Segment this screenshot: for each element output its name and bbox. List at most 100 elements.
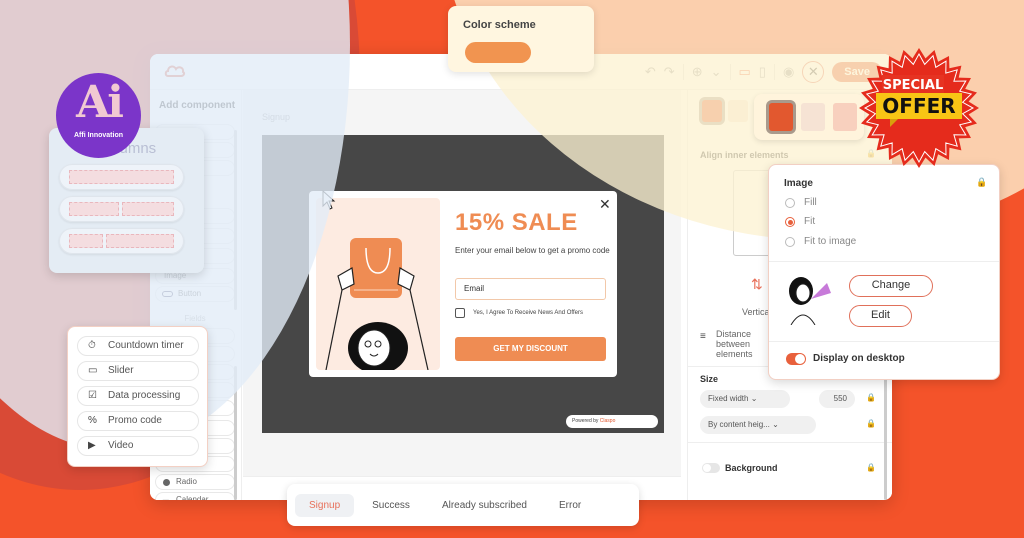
close-button[interactable]: ✕ (802, 61, 825, 83)
column-segment (69, 234, 103, 248)
powered-by-text: Powered by (572, 418, 599, 424)
vertical-align-icon[interactable]: ⇅ (751, 276, 763, 293)
canvas-label: Signup (262, 112, 291, 122)
image-title: Image (784, 178, 813, 189)
field-label: Radio (176, 477, 197, 486)
column-layout-1[interactable] (59, 164, 184, 190)
radio-label: Fit to image (804, 236, 857, 247)
height-mode-dropdown[interactable]: By content heig... ⌄ (700, 416, 816, 434)
layout-option[interactable] (801, 103, 825, 131)
slider-icon: ▭ (88, 365, 98, 376)
image-settings-card: Image 🔒 Fill Fit Fit to image Change Edi… (768, 164, 1000, 380)
align-preview[interactable] (733, 170, 773, 256)
field-promo-code[interactable]: % Promo code (77, 411, 199, 431)
image-thumbnail (789, 277, 831, 325)
brand-logo: Ai Affi Innovation (56, 73, 141, 158)
fields-card: ⏱ Countdown timer ▭ Slider ☑ Data proces… (67, 326, 208, 467)
tab-already-subscribed[interactable]: Already subscribed (428, 494, 541, 517)
component-item-button[interactable]: Button (155, 286, 235, 302)
column-layout-3[interactable] (59, 228, 184, 254)
percent-icon: % (88, 415, 97, 426)
display-desktop-label: Display on desktop (813, 353, 905, 364)
logo-text: Ai (76, 77, 124, 128)
field-label: Calendar (176, 495, 209, 500)
consent-checkbox[interactable] (455, 308, 465, 318)
height-mode-value: By content heig... (708, 420, 770, 429)
chevron-down-icon: ⌄ (750, 394, 758, 403)
width-value-input[interactable]: 550 (819, 390, 855, 408)
powered-by-badge[interactable]: Powered by Claspo (566, 415, 658, 428)
special-offer-badge: SPECIAL OFFER (859, 48, 979, 168)
column-segment (69, 202, 119, 216)
toolbar: ↶ ↷ ⊕ ⌄ ▭ ▯ ◉ ✕ Save (645, 60, 882, 84)
divider (769, 261, 999, 262)
redo-icon[interactable]: ↷ (664, 60, 675, 84)
layout-thumb[interactable] (728, 100, 748, 122)
field-label: Slider (108, 365, 134, 376)
column-segment (106, 234, 174, 248)
desktop-icon[interactable]: ▭ (739, 60, 751, 84)
field-countdown-timer[interactable]: ⏱ Countdown timer (77, 336, 199, 356)
popup-close-icon[interactable]: ✕ (599, 196, 611, 213)
popup-description: Enter your email below to get a promo co… (455, 246, 610, 255)
lock-icon[interactable]: 🔒 (976, 177, 987, 188)
layout-thumb-selected[interactable] (702, 100, 722, 122)
field-label: Countdown timer (108, 340, 184, 351)
divider (773, 64, 775, 80)
lock-icon[interactable]: 🔒 (866, 463, 876, 472)
scrollbar[interactable] (234, 366, 237, 500)
timer-icon: ⏱ (88, 340, 96, 351)
globe-icon[interactable]: ⊕ (692, 60, 703, 84)
field-slider[interactable]: ▭ Slider (77, 361, 199, 381)
field-data-processing[interactable]: ☑ Data processing (77, 386, 199, 406)
radio-label: Fit (804, 216, 816, 227)
color-scheme-title: Color scheme (463, 19, 536, 31)
divider (682, 64, 684, 80)
field-label: Data processing (108, 390, 181, 401)
cloud-logo-icon (164, 65, 186, 77)
fields-section-label: Fields (184, 314, 206, 323)
background-label: Background (725, 463, 778, 473)
lock-icon[interactable]: 🔒 (866, 393, 876, 402)
distance-icon: ≡ (700, 331, 706, 342)
lock-icon[interactable]: 🔒 (866, 419, 876, 428)
tab-success[interactable]: Success (358, 494, 424, 517)
scrollbar[interactable] (234, 130, 237, 310)
field-item-radio[interactable]: Radio (155, 474, 235, 490)
get-discount-button[interactable]: GET MY DISCOUNT (455, 337, 606, 361)
component-label: Button (178, 289, 202, 298)
color-swatch[interactable] (465, 42, 531, 63)
layout-option-locked[interactable] (833, 103, 857, 131)
field-label: Video (108, 440, 134, 451)
undo-icon[interactable]: ↶ (645, 60, 656, 84)
radio-fill[interactable] (785, 198, 795, 208)
layout-option-selected[interactable] (769, 103, 793, 131)
width-mode-value: Fixed width (708, 394, 749, 403)
email-input[interactable]: Email (455, 278, 606, 300)
edit-image-button[interactable]: Edit (849, 305, 912, 327)
offer-line2: OFFER (882, 94, 955, 118)
radio-fit[interactable] (785, 217, 795, 227)
woman-with-bag-illustration (325, 238, 429, 370)
consent-label: Yes, I Agree To Receive News And Offers (473, 310, 583, 316)
powered-brand: Claspo (599, 418, 616, 424)
width-mode-dropdown[interactable]: Fixed width ⌄ (700, 390, 790, 408)
video-icon: ▶ (88, 440, 96, 451)
field-video[interactable]: ▶ Video (77, 436, 199, 456)
align-heading: Align inner elements (700, 150, 789, 160)
chevron-down-icon[interactable]: ⌄ (711, 60, 722, 84)
radio-icon (163, 479, 170, 486)
radio-fit-to-image[interactable] (785, 237, 795, 247)
preview-eye-icon[interactable]: ◉ (783, 60, 794, 84)
change-image-button[interactable]: Change (849, 275, 933, 297)
tab-error[interactable]: Error (545, 494, 595, 517)
popup-title: 15% SALE (455, 209, 578, 236)
column-layout-2[interactable] (59, 196, 184, 222)
display-desktop-toggle[interactable] (786, 353, 806, 365)
background-toggle[interactable] (702, 463, 720, 473)
mobile-icon[interactable]: ▯ (759, 60, 766, 84)
field-item-calendar[interactable]: ▦ Calendar (155, 492, 235, 500)
tab-signup[interactable]: Signup (295, 493, 355, 517)
mouse-cursor-icon (322, 190, 336, 210)
layout-picker-card (754, 94, 864, 140)
